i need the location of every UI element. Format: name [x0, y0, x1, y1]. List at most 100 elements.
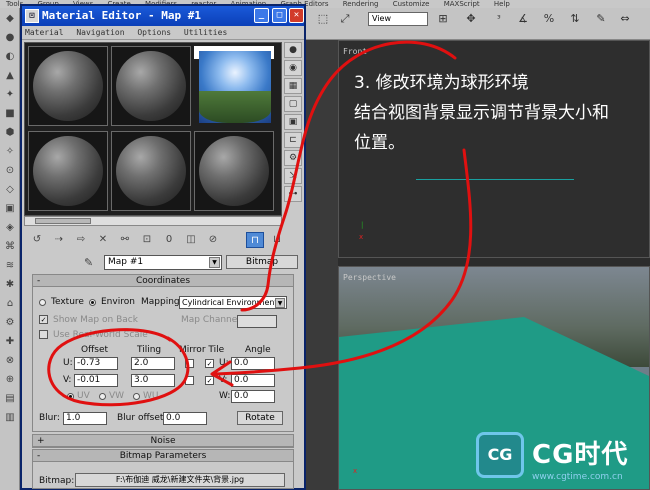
uv-radio[interactable] [67, 393, 74, 400]
map-name-field[interactable]: Map #1 ▼ [104, 255, 222, 270]
real-world-scale-checkbox[interactable] [39, 330, 48, 339]
viewport-label[interactable]: Front [343, 47, 367, 56]
title-bar[interactable]: ⊡ Material Editor - Map #1 _ □ ✕ [22, 6, 304, 26]
menu-item[interactable]: MAXScript [438, 0, 486, 8]
shortcut-icon[interactable]: ⊕ [2, 372, 18, 388]
menu-item[interactable]: Customize [387, 0, 436, 8]
named-selection-icon[interactable]: ✎ [593, 12, 609, 26]
shortcut-icon[interactable]: ⚙ [2, 315, 18, 331]
slots-scrollbar[interactable] [24, 216, 282, 226]
shortcut-icon[interactable]: ■ [2, 106, 18, 122]
v-mirror-checkbox[interactable] [185, 376, 194, 385]
shortcut-icon[interactable]: ▣ [2, 201, 18, 217]
chevron-down-icon[interactable]: ▼ [275, 298, 285, 308]
shortcut-icon[interactable]: ≋ [2, 258, 18, 274]
shortcut-icon[interactable]: ◇ [2, 182, 18, 198]
close-icon[interactable]: ✕ [289, 8, 304, 23]
u-tiling-field[interactable]: 2.0 [131, 357, 175, 370]
sample-slot[interactable] [111, 46, 191, 126]
scroll-thumb[interactable] [35, 218, 91, 224]
shortcut-icon[interactable]: ✚ [2, 334, 18, 350]
blur-offset-field[interactable]: 0.0 [163, 412, 207, 425]
sample-slot[interactable] [194, 131, 274, 211]
u-angle-field[interactable]: 0.0 [231, 357, 275, 370]
select-icon[interactable]: ⬚ [315, 12, 331, 26]
uv-tiling-icon[interactable]: ▢ [284, 96, 302, 112]
background-icon[interactable]: ▦ [284, 78, 302, 94]
assign-material-icon[interactable]: ⇨ [72, 232, 90, 248]
pivot-icon[interactable]: ⊞ [435, 12, 451, 26]
map-channel-field[interactable] [237, 315, 277, 328]
u-tile-checkbox[interactable]: ✓ [205, 359, 214, 368]
menu-item[interactable]: Utilities [184, 28, 227, 37]
put-to-library-icon[interactable]: ⊡ [138, 232, 156, 248]
shortcut-icon[interactable]: ▥ [2, 410, 18, 426]
shortcut-icon[interactable]: ✧ [2, 144, 18, 160]
wu-radio[interactable] [133, 393, 140, 400]
shortcut-icon[interactable]: ▲ [2, 68, 18, 84]
sample-slot[interactable] [28, 131, 108, 211]
chevron-down-icon[interactable]: ▼ [209, 257, 220, 268]
get-material-icon[interactable]: ↺ [28, 232, 46, 248]
shortcut-icon[interactable]: ⌘ [2, 239, 18, 255]
menu-item[interactable]: Material [25, 28, 64, 37]
options-icon[interactable]: ⚙ [284, 150, 302, 166]
texture-radio[interactable] [39, 299, 46, 306]
sample-slot-active[interactable] [194, 46, 274, 123]
vw-radio[interactable] [99, 393, 106, 400]
map-type-button[interactable]: Bitmap [226, 255, 298, 269]
shortcut-icon[interactable]: ⊙ [2, 163, 18, 179]
menu-item[interactable]: Navigation [76, 28, 124, 37]
menu-item[interactable]: Rendering [337, 0, 385, 8]
spinner-snap-icon[interactable]: ⇅ [567, 12, 583, 26]
viewport-label[interactable]: Perspective [343, 273, 396, 282]
shortcut-icon[interactable]: ⊗ [2, 353, 18, 369]
select-by-material-icon[interactable]: ⇲ [284, 168, 302, 184]
v-tiling-field[interactable]: 3.0 [131, 374, 175, 387]
show-end-result-icon[interactable]: ⊘ [204, 232, 222, 248]
menu-item[interactable]: Options [137, 28, 171, 37]
v-offset-field[interactable]: -0.01 [74, 374, 118, 387]
shortcut-icon[interactable]: ◐ [2, 49, 18, 65]
make-preview-icon[interactable]: ⊏ [284, 132, 302, 148]
menu-item[interactable]: Help [488, 0, 516, 8]
v-angle-field[interactable]: 0.0 [231, 374, 275, 387]
rollout-header[interactable]: - Bitmap Parameters [33, 450, 293, 462]
material-navigator-icon[interactable]: ⊶ [284, 186, 302, 202]
material-effects-icon[interactable]: 0 [160, 232, 178, 248]
sample-slot[interactable] [28, 46, 108, 126]
go-to-parent-icon[interactable]: ⊓ [246, 232, 264, 248]
shortcut-icon[interactable]: ◈ [2, 220, 18, 236]
v-tile-checkbox[interactable]: ✓ [205, 376, 214, 385]
go-forward-sibling-icon[interactable]: ⊔ [268, 232, 286, 248]
sample-slot[interactable] [111, 131, 191, 211]
shortcut-icon[interactable]: ✦ [2, 87, 18, 103]
rollout-header[interactable]: - Coordinates [33, 275, 293, 287]
blur-field[interactable]: 1.0 [63, 412, 107, 425]
video-check-icon[interactable]: ▣ [284, 114, 302, 130]
make-unique-icon[interactable]: ⚯ [116, 232, 134, 248]
mapping-dropdown[interactable]: Cylindrical Environment ▼ [179, 296, 287, 309]
select-manipulate-icon[interactable]: ✥ [463, 12, 479, 26]
scale-icon[interactable]: ⤢ [337, 12, 353, 26]
minimize-icon[interactable]: _ [254, 8, 269, 23]
reset-map-icon[interactable]: ✕ [94, 232, 112, 248]
u-mirror-checkbox[interactable] [185, 359, 194, 368]
sample-type-icon[interactable]: ● [284, 42, 302, 58]
bitmap-path-button[interactable]: F:\布伽迪 威龙\新建文件夹\背景.jpg [75, 473, 285, 487]
show-map-on-back-checkbox[interactable]: ✓ [39, 315, 48, 324]
reference-coordinate-dropdown[interactable]: View [368, 12, 428, 26]
put-to-scene-icon[interactable]: ⇢ [50, 232, 68, 248]
mirror-icon[interactable]: ⇔ [617, 12, 633, 26]
shortcut-icon[interactable]: ⬢ [2, 125, 18, 141]
show-map-icon[interactable]: ◫ [182, 232, 200, 248]
maximize-icon[interactable]: □ [272, 8, 287, 23]
environ-radio[interactable] [89, 299, 96, 306]
shortcut-icon[interactable]: ◆ [2, 11, 18, 27]
shortcut-icon[interactable]: ▤ [2, 391, 18, 407]
eyedropper-icon[interactable]: ✎ [84, 256, 93, 269]
shortcut-icon[interactable]: ✱ [2, 277, 18, 293]
rollout-header[interactable]: + Noise [33, 435, 293, 447]
angle-snap-icon[interactable]: ∡ [515, 12, 531, 26]
snap-icon[interactable]: ᵌ [491, 12, 507, 26]
